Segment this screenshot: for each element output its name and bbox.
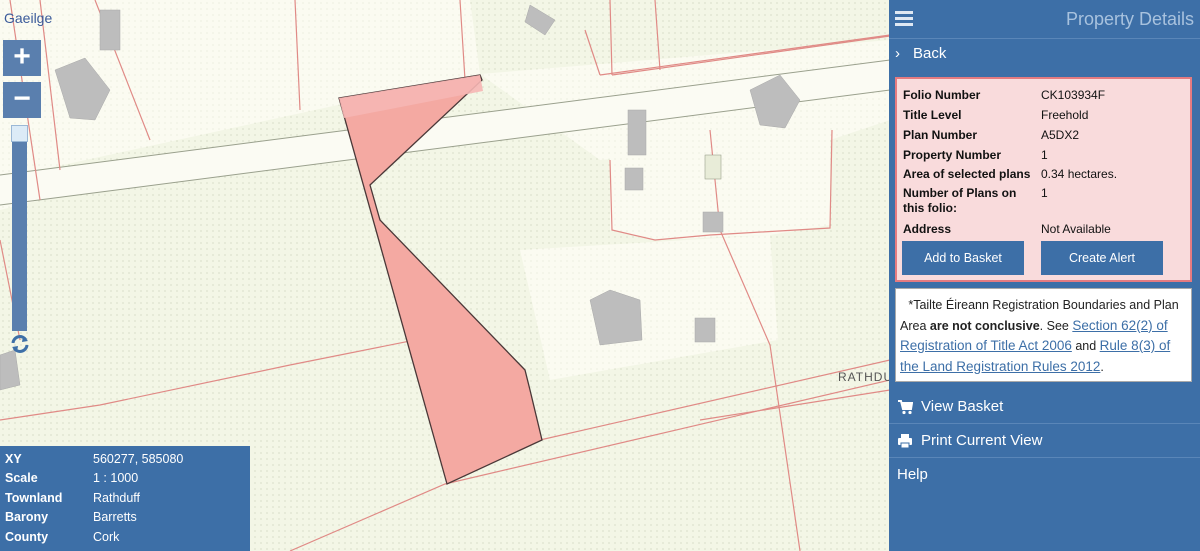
chevron-right-icon: › [895, 45, 900, 62]
zoom-in-button[interactable]: + [3, 40, 41, 76]
view-basket-button[interactable]: View Basket [889, 391, 1200, 423]
map-view[interactable]: Gaeilge + − RATHDU XY 560277, 585080 Scal… [0, 0, 890, 551]
zoom-slider-handle[interactable] [11, 125, 28, 142]
create-alert-button[interactable]: Create Alert [1041, 241, 1163, 275]
info-row-townland: Townland Rathduff [5, 490, 141, 505]
language-link[interactable]: Gaeilge [4, 10, 52, 26]
panel-title: Property Details [1065, 9, 1194, 29]
info-row-scale: Scale 1 : 1000 [5, 471, 139, 486]
menu-icon[interactable] [895, 11, 913, 27]
property-details-box: Folio Number CK103934F Title Level Freehol… [895, 77, 1192, 282]
zoom-slider-track[interactable] [12, 126, 27, 331]
print-current-view-button[interactable]: Print Current View [889, 425, 1200, 457]
location-info-box: XY 560277, 585080 Scale 1 : 1000 Townland R… [0, 446, 250, 551]
add-to-basket-button[interactable]: Add to Basket [902, 241, 1024, 275]
property-details-panel: Property Details › Back Folio Number CK10… [889, 0, 1200, 551]
help-button[interactable]: Help [889, 459, 1200, 491]
refresh-icon[interactable] [9, 333, 31, 355]
cart-icon [898, 400, 913, 415]
back-button[interactable]: › Back [889, 41, 1200, 69]
printer-icon [898, 434, 912, 449]
panel-header: Property Details [889, 0, 1200, 38]
disclaimer-notice: *Tailte Éireann Registration Boundaries … [895, 288, 1192, 382]
info-row-xy: XY 560277, 585080 [5, 451, 184, 466]
info-row-county: County Cork [5, 529, 120, 544]
road-label: RATHDU [838, 370, 890, 384]
zoom-out-button[interactable]: − [3, 82, 41, 118]
info-row-barony: Barony Barretts [5, 510, 137, 525]
